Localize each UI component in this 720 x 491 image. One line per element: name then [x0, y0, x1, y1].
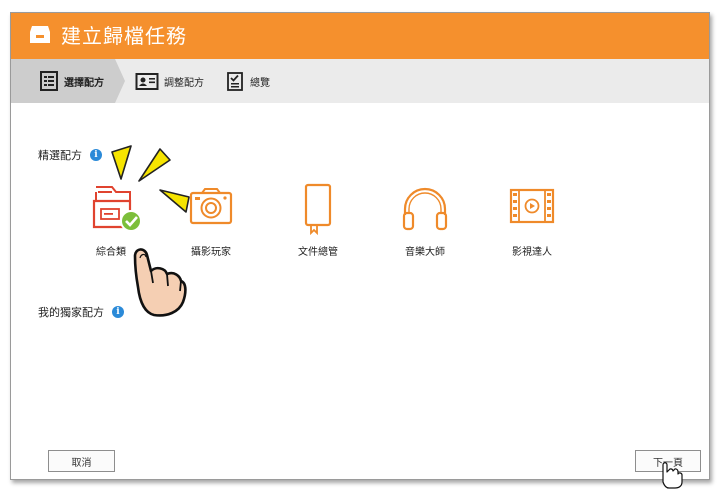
- pointing-hand-icon: [133, 248, 187, 317]
- highlight-spark-icon: [111, 145, 190, 213]
- annotation-overlay: [111, 145, 683, 489]
- mouse-pointer-hand-icon: [662, 462, 683, 489]
